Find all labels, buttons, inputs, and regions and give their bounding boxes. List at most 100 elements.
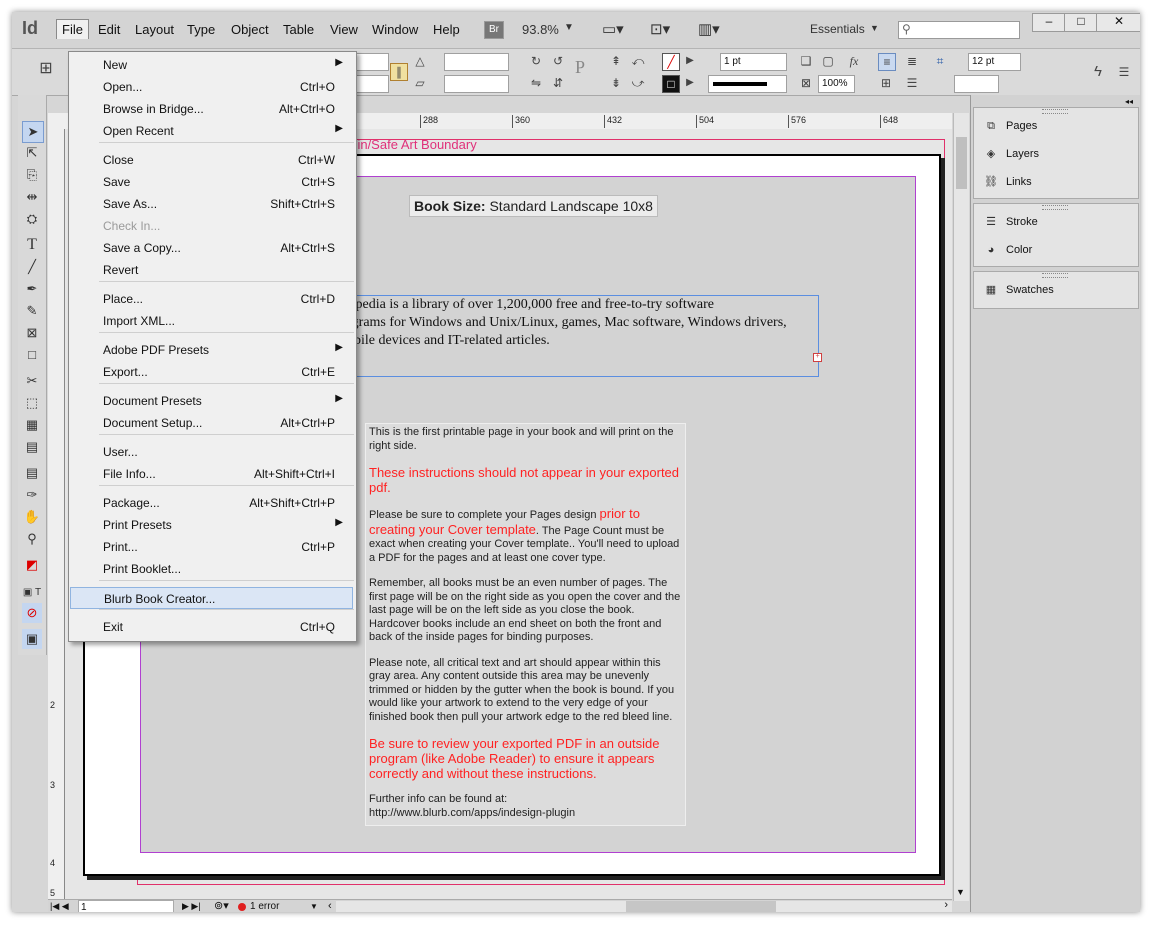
stroke-color-icon[interactable]: □ <box>662 75 680 93</box>
gradient-swatch-tool-icon[interactable]: ▦ <box>22 415 42 435</box>
opacity-field[interactable]: 100% <box>818 75 855 93</box>
free-transform-tool-icon[interactable]: ⬚ <box>22 393 42 413</box>
stroke-weight-field[interactable]: 1 pt <box>720 53 787 71</box>
selection-tool-icon[interactable]: ➤ <box>22 121 44 143</box>
instructions-text-frame[interactable]: This is the first printable page in your… <box>365 423 686 826</box>
gap-tool-icon[interactable]: ⇹ <box>22 187 42 207</box>
menu-item-save-as[interactable]: Save As... Shift+Ctrl+S <box>70 193 353 215</box>
menu-item-place[interactable]: Place... Ctrl+D <box>70 288 353 310</box>
select-container-icon[interactable]: ⇞ <box>608 53 624 69</box>
menu-type[interactable]: Type <box>182 20 220 39</box>
rotate-ccw-icon[interactable]: ↺ <box>550 53 566 69</box>
font-size-field[interactable]: 12 pt <box>968 53 1021 71</box>
direct-selection-tool-icon[interactable]: ⇱ <box>22 143 42 163</box>
pencil-tool-icon[interactable]: ✎ <box>22 301 42 321</box>
scroll-right-icon[interactable]: › <box>944 899 948 911</box>
panel-tab-stroke[interactable]: ☰ Stroke <box>982 212 1038 232</box>
close-window-button[interactable]: ✕ <box>1096 13 1140 32</box>
select-previous-icon[interactable]: ⤺ <box>630 53 646 69</box>
reference-point-icon[interactable]: ⊞ <box>38 61 54 77</box>
menu-table[interactable]: Table <box>278 20 319 39</box>
menu-item-open[interactable]: Open... Ctrl+O <box>70 76 353 98</box>
page-options-icon[interactable]: ⊚▾ <box>214 900 229 912</box>
auto-fit-icon[interactable]: ⌗ <box>932 53 948 69</box>
menu-item-revert[interactable]: Revert <box>70 259 353 281</box>
view-options-icon[interactable]: ⊡▾ <box>650 20 670 38</box>
horizontal-scrollbar[interactable]: › <box>336 899 952 912</box>
menu-item-new[interactable]: New ▶ <box>70 54 353 76</box>
eyedropper-tool-icon[interactable]: ✑ <box>22 485 42 505</box>
next-page-icon[interactable]: ▶ ▶| <box>182 900 201 912</box>
maximize-button[interactable]: □ <box>1064 13 1098 32</box>
menu-item-user[interactable]: User... <box>70 441 353 463</box>
panel-menu-icon[interactable]: ☰ <box>1116 64 1132 80</box>
menu-item-save[interactable]: Save Ctrl+S <box>70 171 353 193</box>
note-tool-icon[interactable]: ▤ <box>22 463 42 483</box>
pen-tool-icon[interactable]: ✒ <box>22 279 42 299</box>
panel-tab-layers[interactable]: ◈ Layers <box>982 144 1039 164</box>
book-size-label[interactable]: Book Size: Standard Landscape 10x8 <box>409 195 658 217</box>
bridge-button[interactable]: Br <box>484 21 504 39</box>
menu-item-package[interactable]: Package... Alt+Shift+Ctrl+P <box>70 492 353 514</box>
menu-file[interactable]: File <box>56 19 89 39</box>
text-wrap-icon[interactable]: ⊞ <box>878 75 894 91</box>
rectangle-tool-icon[interactable]: □ <box>22 345 42 365</box>
drop-shadow-icon[interactable]: ❑ <box>798 53 814 69</box>
fill-stroke-swatch-icon[interactable]: ◩ <box>22 555 42 575</box>
menu-item-export[interactable]: Export... Ctrl+E <box>70 361 353 383</box>
collapse-panels-icon[interactable]: ◂◂ <box>1125 97 1133 106</box>
stroke-arrow-icon[interactable]: ▶ <box>682 75 698 91</box>
menu-item-print-booklet[interactable]: Print Booklet... <box>70 558 353 580</box>
panel-grip[interactable] <box>1042 109 1068 114</box>
overset-text-icon[interactable]: + <box>813 353 822 362</box>
preflight-dropdown-icon[interactable]: ▼ <box>310 900 318 912</box>
search-input[interactable]: ⚲ <box>898 21 1020 39</box>
panel-tab-swatches[interactable]: ▦ Swatches <box>982 280 1054 300</box>
leading-field[interactable] <box>954 75 999 93</box>
lightning-icon[interactable]: ϟ <box>1090 64 1106 80</box>
align-left-icon[interactable]: ≡ <box>878 53 896 71</box>
type-tool-icon[interactable]: T <box>22 235 42 255</box>
hand-tool-icon[interactable]: ✋ <box>22 507 42 527</box>
minimize-button[interactable]: – <box>1032 13 1066 32</box>
formatting-container-icon[interactable]: ▣ T <box>22 583 42 603</box>
zoom-level[interactable]: 93.8% <box>522 22 559 37</box>
menu-layout[interactable]: Layout <box>130 20 179 39</box>
menu-item-exit[interactable]: Exit Ctrl+Q <box>70 616 353 638</box>
rectangle-frame-tool-icon[interactable]: ⊠ <box>22 323 42 343</box>
menu-item-adobe-pdf-presets[interactable]: Adobe PDF Presets ▶ <box>70 339 353 361</box>
panel-tab-pages[interactable]: ⧉ Pages <box>982 116 1037 136</box>
zoom-tool-icon[interactable]: ⚲ <box>22 529 42 549</box>
page-number-field[interactable]: 1 <box>78 900 174 912</box>
stroke-type-field[interactable] <box>708 75 787 93</box>
menu-item-file-info[interactable]: File Info... Alt+Shift+Ctrl+I <box>70 463 353 485</box>
panel-tab-links[interactable]: ⛓ Links <box>982 172 1032 192</box>
select-content-icon[interactable]: ⇟ <box>608 75 624 91</box>
constrain-proportions-icon[interactable]: ∥ <box>390 63 408 81</box>
zoom-dropdown-icon[interactable]: ▼ <box>564 22 574 33</box>
menu-item-print[interactable]: Print... Ctrl+P <box>70 536 353 558</box>
description-text-frame[interactable]: oftpedia is a library of over 1,200,000 … <box>339 295 822 377</box>
horizontal-scroll-thumb[interactable] <box>626 901 776 912</box>
shadow-toggle-icon[interactable]: ▢ <box>820 53 836 69</box>
scroll-down-icon[interactable]: ▼ <box>956 887 965 897</box>
arrange-documents-icon[interactable]: ▥▾ <box>698 20 720 38</box>
rotate-cw-icon[interactable]: ↻ <box>528 53 544 69</box>
shear-field[interactable] <box>444 75 509 93</box>
effects-icon[interactable]: fx <box>846 53 862 69</box>
screen-mode-normal-icon[interactable]: ▣ <box>22 629 42 649</box>
menu-edit[interactable]: Edit <box>93 20 125 39</box>
menu-item-document-setup[interactable]: Document Setup... Alt+Ctrl+P <box>70 412 353 434</box>
menu-help[interactable]: Help <box>428 20 465 39</box>
apply-none-icon[interactable]: ⊘ <box>22 603 42 623</box>
menu-item-import-xml[interactable]: Import XML... <box>70 310 353 332</box>
menu-object[interactable]: Object <box>226 20 274 39</box>
text-columns-icon[interactable]: ☰ <box>904 75 920 91</box>
menu-item-open-recent[interactable]: Open Recent ▶ <box>70 120 353 142</box>
menu-window[interactable]: Window <box>367 20 423 39</box>
panel-grip[interactable] <box>1042 273 1068 278</box>
vertical-scrollbar[interactable]: ▼ <box>953 113 969 901</box>
align-center-icon[interactable]: ≣ <box>904 53 920 69</box>
flip-vertical-icon[interactable]: ⇵ <box>550 75 566 91</box>
scissors-tool-icon[interactable]: ✂ <box>22 371 42 391</box>
